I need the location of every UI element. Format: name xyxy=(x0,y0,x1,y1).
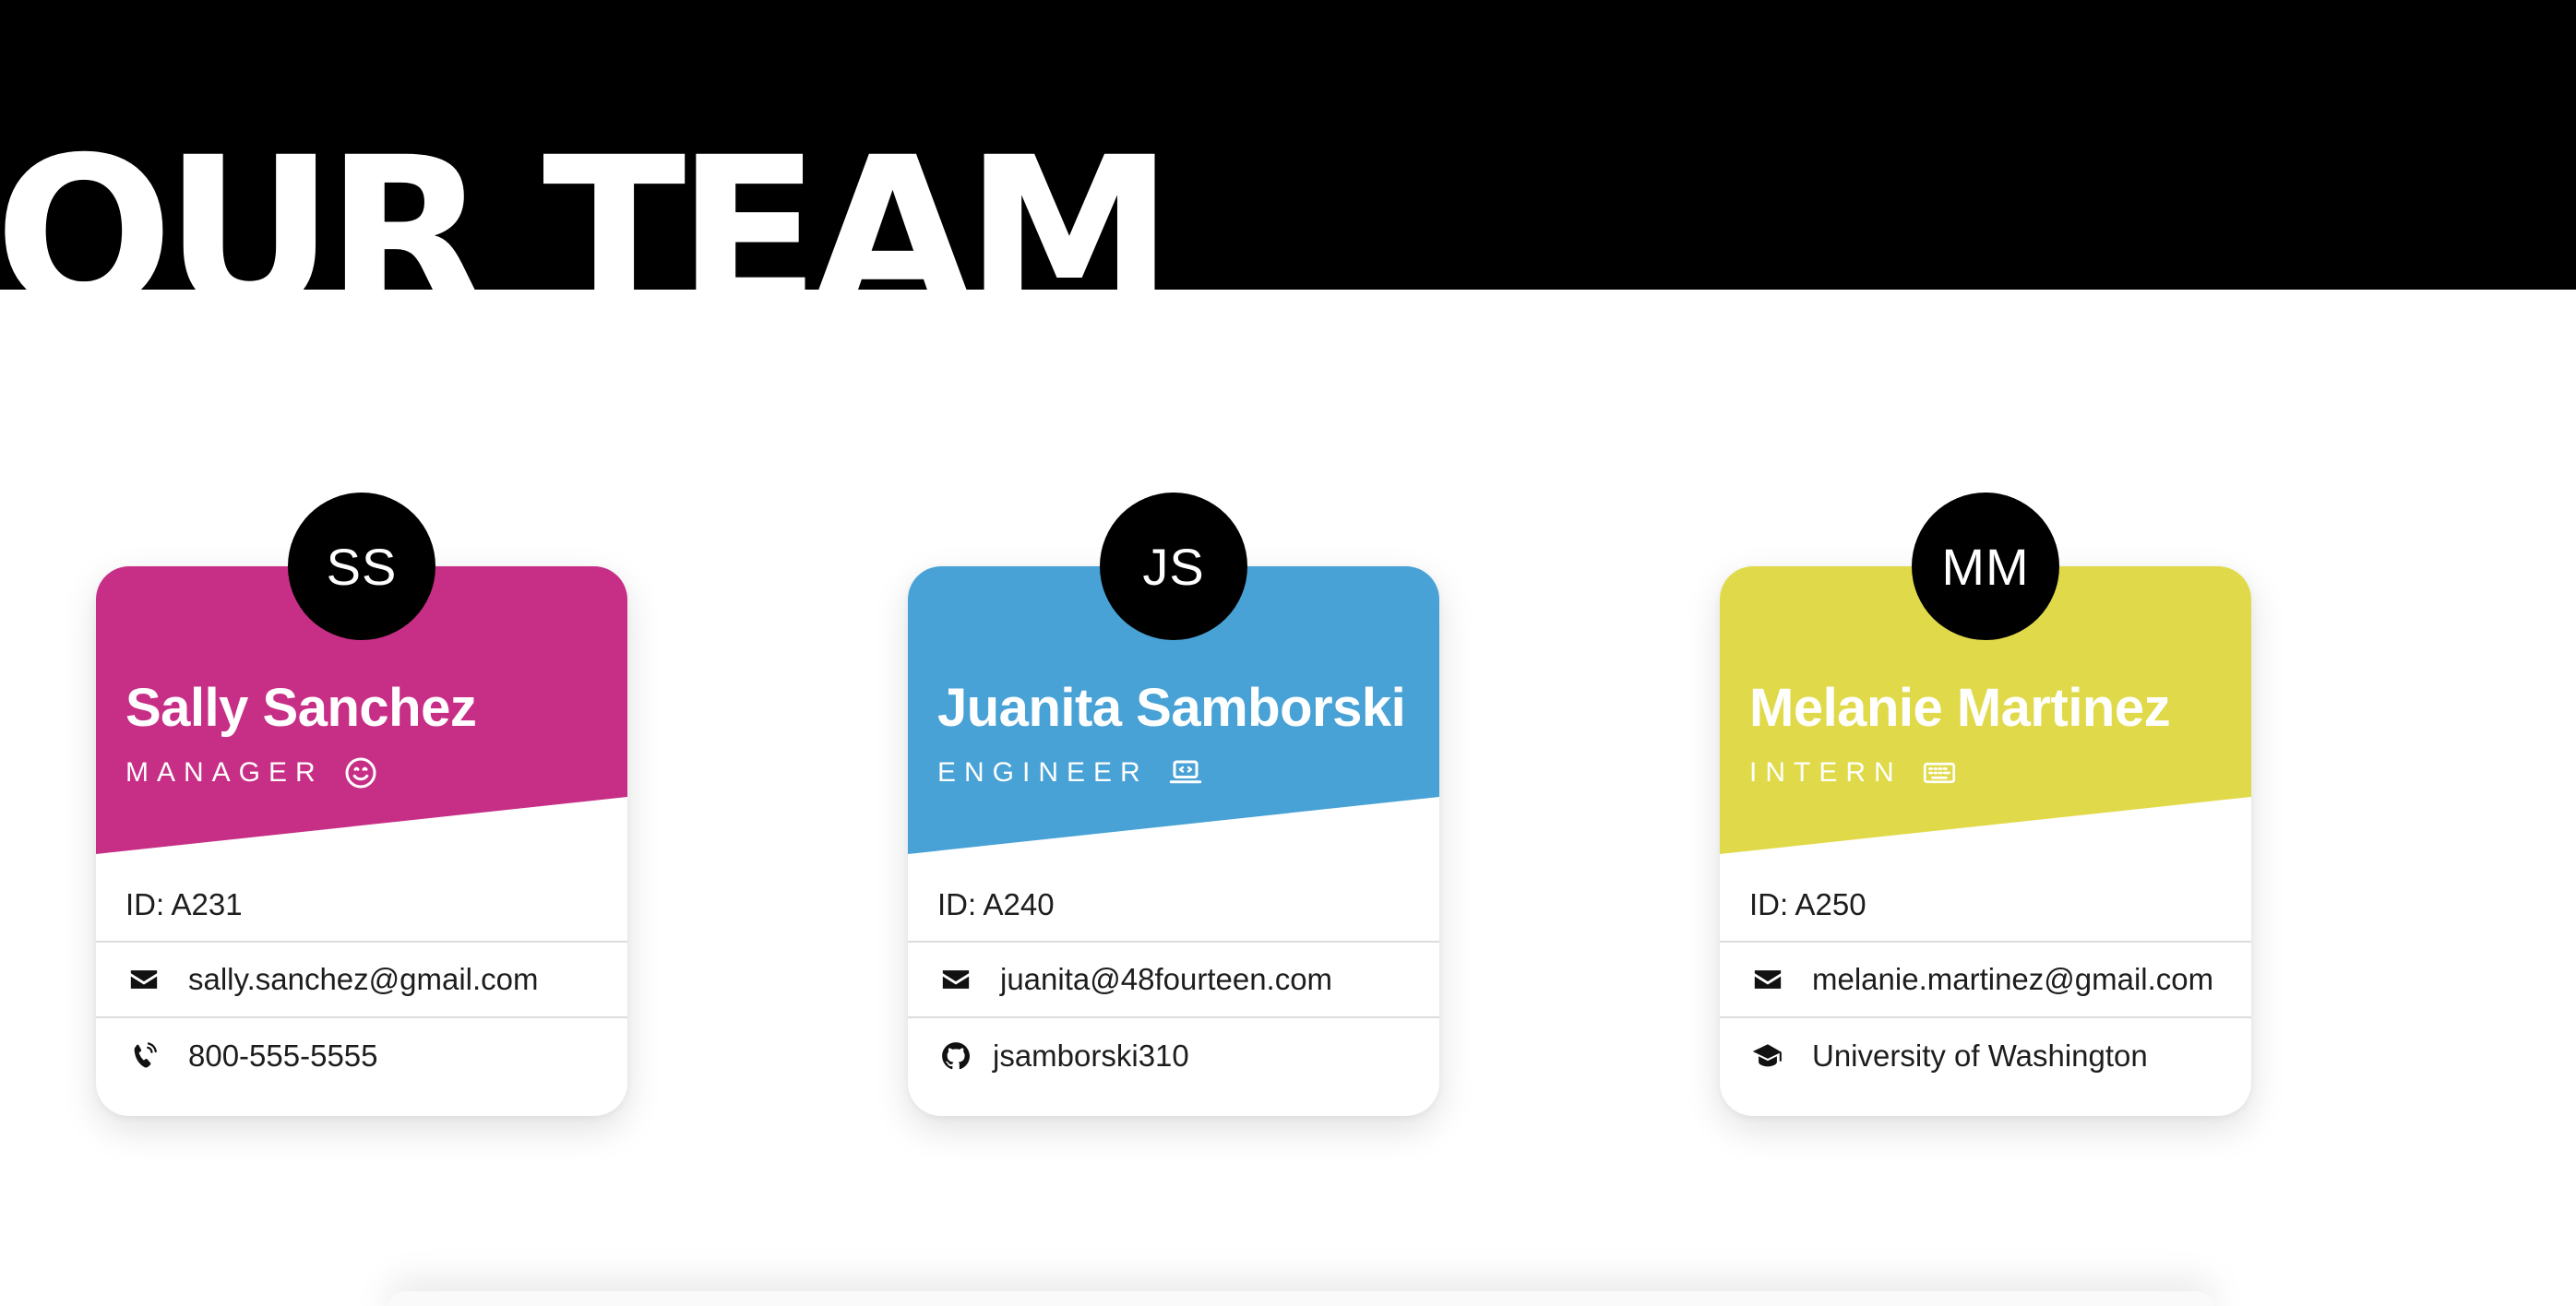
role-label: ENGINEER xyxy=(937,757,1149,788)
github-row[interactable]: jsamborski310 xyxy=(908,1018,1439,1094)
page: OUR TEAM SS Sally Sanchez MANAGER ID: A2… xyxy=(0,0,2576,1306)
team-card: SS Sally Sanchez MANAGER ID: A231 sally.… xyxy=(96,493,627,1116)
phone-row[interactable]: 800-555-5555 xyxy=(96,1018,627,1094)
member-name: Melanie Martinez xyxy=(1749,678,2171,738)
next-section-edge xyxy=(388,1291,2214,1306)
avatar: JS xyxy=(1100,493,1247,640)
member-role: ENGINEER xyxy=(937,756,1202,790)
header-banner: OUR TEAM xyxy=(0,0,2576,290)
member-role: INTERN xyxy=(1749,756,1956,790)
laptop-code-icon xyxy=(1169,756,1202,790)
employee-id-text: ID: A240 xyxy=(937,887,1055,921)
email-row[interactable]: sally.sanchez@gmail.com xyxy=(96,943,627,1018)
employee-id-text: ID: A250 xyxy=(1749,887,1866,921)
envelope-icon xyxy=(125,961,162,998)
school-name: University of Washington xyxy=(1812,1039,2148,1073)
school-row: University of Washington xyxy=(1720,1018,2251,1094)
role-label: INTERN xyxy=(1749,757,1902,788)
phone-number[interactable]: 800-555-5555 xyxy=(188,1039,378,1074)
employee-id: ID: A250 xyxy=(1720,869,2251,943)
employee-id: ID: A240 xyxy=(908,869,1439,943)
email-row[interactable]: melanie.martinez@gmail.com xyxy=(1720,943,2251,1018)
team-card: JS Juanita Samborski ENGINEER ID: A240 j… xyxy=(908,493,1439,1116)
email-link[interactable]: melanie.martinez@gmail.com xyxy=(1812,962,2213,997)
email-row[interactable]: juanita@48fourteen.com xyxy=(908,943,1439,1018)
keyboard-icon xyxy=(1923,756,1956,790)
github-username[interactable]: jsamborski310 xyxy=(993,1039,1189,1074)
avatar: SS xyxy=(288,493,435,640)
github-icon xyxy=(937,1038,974,1074)
employee-id-text: ID: A231 xyxy=(125,887,243,921)
page-title: OUR TEAM xyxy=(0,112,1175,290)
team-card: MM Melanie Martinez INTERN ID: A250 mela… xyxy=(1720,493,2251,1116)
phone-icon xyxy=(125,1038,162,1074)
role-label: MANAGER xyxy=(125,757,324,788)
email-link[interactable]: juanita@48fourteen.com xyxy=(1000,962,1332,997)
employee-id: ID: A231 xyxy=(96,869,627,943)
member-role: MANAGER xyxy=(125,756,377,790)
avatar: MM xyxy=(1912,493,2059,640)
email-link[interactable]: sally.sanchez@gmail.com xyxy=(188,962,539,997)
envelope-icon xyxy=(937,961,974,998)
smile-icon xyxy=(344,756,377,790)
member-name: Juanita Samborski xyxy=(937,678,1406,738)
envelope-icon xyxy=(1749,961,1786,998)
member-name: Sally Sanchez xyxy=(125,678,477,738)
graduation-cap-icon xyxy=(1749,1038,1786,1074)
